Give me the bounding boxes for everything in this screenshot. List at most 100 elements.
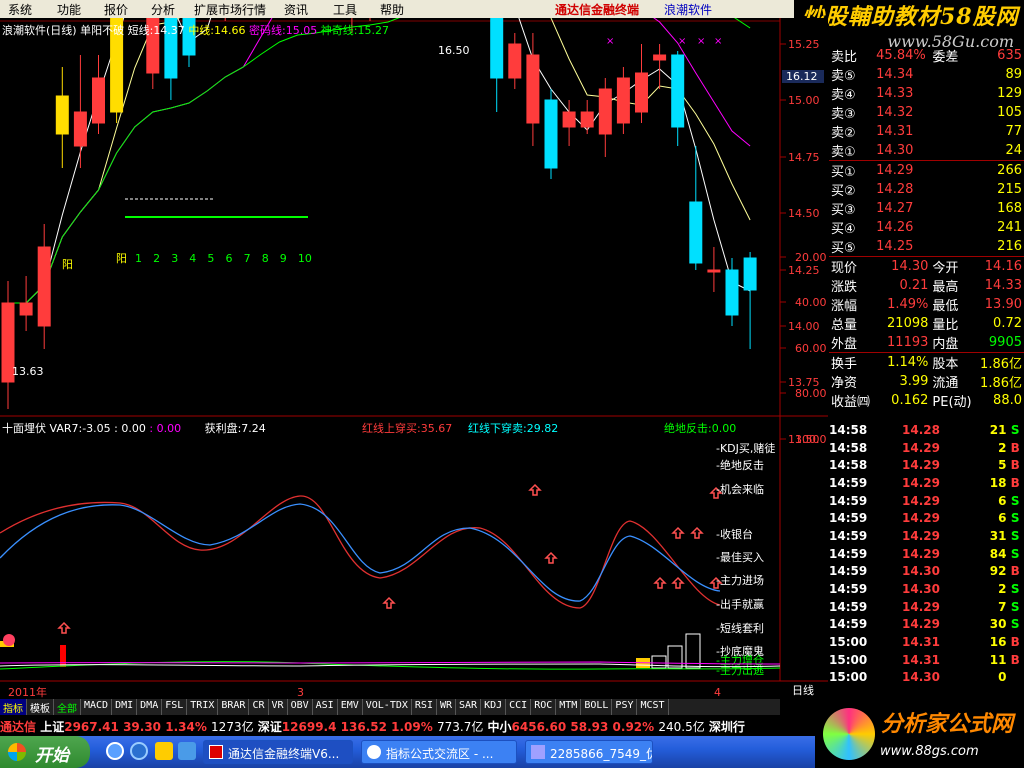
tick-cell: 14:58	[829, 458, 868, 473]
menu-quote[interactable]: 报价	[104, 1, 128, 18]
quote-cell: 77	[1005, 124, 1022, 139]
ie-icon[interactable]	[130, 742, 148, 760]
quote-cell: 今开	[932, 261, 959, 276]
quote-cell: 14.27	[876, 201, 914, 216]
quote-cell: 14.32	[876, 105, 914, 120]
quote-cell: 14.33	[876, 86, 914, 101]
quote-cell: 88.0	[993, 393, 1022, 408]
indicator-tab[interactable]: KDJ	[481, 699, 507, 715]
zx-amount: 240.5亿	[658, 720, 705, 734]
indicator-tab[interactable]: BOLL	[581, 699, 613, 715]
tick-cell: 14.31	[902, 652, 940, 667]
fight-back: 绝地反击:0.00	[664, 420, 736, 436]
indicator-tab[interactable]: ASI	[313, 699, 338, 715]
quote-cell: 11193	[887, 335, 929, 350]
svg-text:×: ×	[697, 36, 705, 47]
menu-system[interactable]: 系统	[8, 1, 32, 18]
quote-cell: 涨跌	[831, 280, 858, 295]
count-label: 4	[189, 252, 196, 265]
indicator-axis-label: 60.00	[795, 342, 827, 355]
chart-area[interactable]: 16.50 13.63 阳 阳 1 2 3 4 5 6 7 8 9 10 -KDJ买,赌徒-绝地反…	[0, 18, 828, 699]
quote-cell: 1.86亿	[980, 357, 1022, 372]
tdx-app-icon	[209, 745, 223, 759]
tick-cell: 14.30	[902, 582, 940, 597]
quote-cell: 委差	[932, 50, 959, 65]
tick-cell: 14.31	[902, 635, 940, 650]
date-year: 2011年	[8, 685, 47, 699]
indicator-header: 十面埋伏 VAR7:-3.05 : 0.00 : 0.00 获利盘:7.24 红…	[2, 420, 778, 436]
indicator-tab[interactable]: DMI	[112, 699, 138, 715]
sz-percent: 1.09%	[391, 720, 433, 734]
yang-label-right: 阳	[116, 252, 127, 265]
task-tdx[interactable]: 通达信金融终端V6...	[203, 740, 353, 764]
tick-cell: 14.29	[902, 546, 940, 561]
indicator-tab[interactable]: MCST	[637, 699, 669, 715]
tick-cell: 14:59	[829, 564, 868, 579]
var-value: -3.05	[82, 422, 111, 435]
quote-cell: 14.33	[984, 278, 1022, 293]
tick-row: 14:59 14.29 31 S	[829, 527, 1024, 545]
stock-title[interactable]: 浪潮软件(日线)	[2, 24, 77, 37]
tick-cell: 14:58	[829, 440, 868, 455]
legend-label: -KDJ买,赌徒	[716, 441, 775, 455]
tick-list: 14:58 14.28 21 S 14:58 14.29 2 B 14:58 14.29 5 B 14:…	[829, 421, 1024, 686]
quote-cell: 最高	[932, 280, 959, 295]
indicator-tab[interactable]: EMV	[338, 699, 363, 715]
quote-cell: 13.90	[984, 297, 1022, 312]
indicator-tab[interactable]: FSL	[162, 699, 188, 715]
indicator-tab[interactable]: CR	[249, 699, 269, 715]
quote-cell: 卖⑤	[831, 69, 856, 84]
menu-news[interactable]: 资讯	[284, 1, 308, 18]
tick-cell: B	[1010, 458, 1020, 473]
indicator-tab[interactable]: BRAR	[218, 699, 250, 715]
ticker-tail: 深圳行	[708, 720, 745, 734]
indicator-tab[interactable]: 模板	[27, 699, 54, 715]
quicklaunch-icon[interactable]	[106, 742, 124, 760]
tick-cell: 0	[998, 670, 1007, 685]
folder-icon[interactable]	[155, 742, 173, 760]
indicator-tab[interactable]: 指标	[0, 699, 27, 715]
indicator-tab[interactable]: 全部	[54, 699, 81, 715]
indicator-tab[interactable]: MACD	[81, 699, 113, 715]
indicator-tab[interactable]: TRIX	[187, 699, 219, 715]
indicator-tab[interactable]: OBV	[288, 699, 313, 715]
indicator-tab[interactable]: MTM	[556, 699, 582, 715]
quote-cell: 卖②	[831, 126, 856, 141]
indicator-tab[interactable]: SAR	[456, 699, 482, 715]
menu-analysis[interactable]: 分析	[151, 1, 175, 18]
menu-function[interactable]: 功能	[57, 1, 81, 18]
quote-cell: 168	[997, 201, 1022, 216]
indicator-axis-label: 80.00	[795, 387, 827, 400]
flower-logo-icon	[823, 708, 875, 760]
indicator-axis-label: 100.0	[795, 433, 827, 446]
quote-cell: 45.84%	[876, 48, 926, 63]
menu-help[interactable]: 帮助	[380, 1, 404, 18]
index-ticker: 通达信 上证2967.41 39.30 1.34% 1273亿 深证12699.…	[0, 716, 805, 734]
price-axis-label: 14.50	[788, 207, 820, 220]
indicator-tab[interactable]: WR	[437, 699, 457, 715]
indicator-tab[interactable]: VR	[269, 699, 288, 715]
indicator-tab[interactable]: RSI	[412, 699, 437, 715]
quote-cell: 内盘	[932, 337, 959, 352]
quote-cell: 14.26	[876, 220, 914, 235]
indicator-tab[interactable]: ROC	[531, 699, 557, 715]
sh-label: 上证	[40, 720, 65, 734]
indicator-tab[interactable]: DMA	[137, 699, 163, 715]
candlestick	[544, 89, 558, 179]
menu-tools[interactable]: 工具	[333, 1, 357, 18]
period-label[interactable]: 日线	[792, 683, 814, 697]
count-label: 5	[207, 252, 214, 265]
quote-cell: 买④	[831, 222, 856, 237]
desktop-icon[interactable]	[178, 742, 196, 760]
tick-cell: 14.30	[902, 670, 940, 685]
menu-extended-market[interactable]: 扩展市场行情	[194, 1, 266, 18]
indicator-tab[interactable]: VOL-TDX	[363, 699, 412, 715]
quote-cell: 241	[997, 220, 1022, 235]
quote-cell: 14.16	[984, 259, 1022, 274]
indicator-tab[interactable]: PSY	[612, 699, 638, 715]
indicator-name[interactable]: 十面埋伏	[2, 422, 46, 435]
chart-header: 浪潮软件(日线) 单阳不破 短线:14.37 中线:14.66 密码线:15.0…	[2, 22, 389, 38]
indicator-tab[interactable]: CCI	[506, 699, 532, 715]
task-forum[interactable]: 指标公式交流区 - ...	[361, 740, 517, 764]
count-label: 10	[298, 252, 312, 265]
